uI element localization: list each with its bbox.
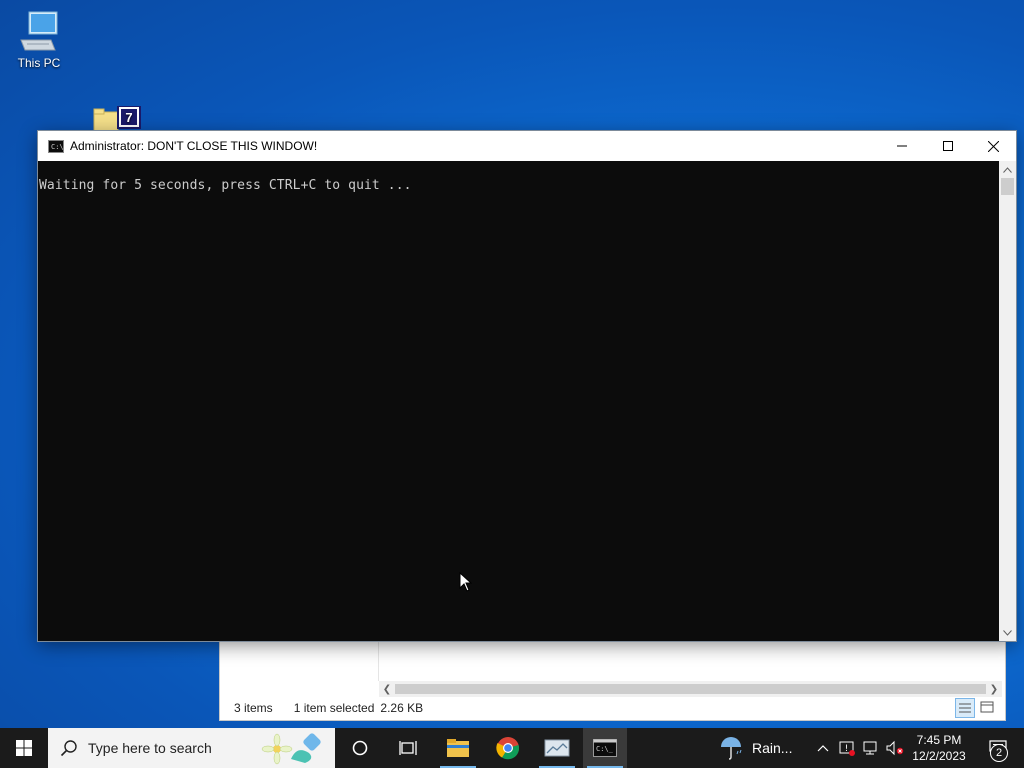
maximize-button[interactable] bbox=[925, 131, 971, 161]
maximize-icon bbox=[943, 141, 953, 151]
taskbar-command-prompt[interactable]: C:\_ bbox=[583, 728, 627, 768]
console-output[interactable]: Waiting for 5 seconds, press CTRL+C to q… bbox=[38, 161, 999, 641]
console-title: Administrator: DON'T CLOSE THIS WINDOW! bbox=[70, 139, 318, 153]
file-explorer-icon bbox=[447, 739, 469, 757]
cmd-app-icon: C:\ bbox=[48, 139, 64, 153]
weather-text: Rain... bbox=[752, 740, 793, 756]
large-icons-view-button[interactable] bbox=[978, 698, 998, 718]
command-prompt-icon: C:\_ bbox=[593, 739, 617, 757]
desktop-icon-this-pc[interactable]: This PC bbox=[7, 10, 71, 70]
status-item-count: 3 items bbox=[234, 701, 273, 715]
minimize-button[interactable] bbox=[879, 131, 925, 161]
tray-security[interactable]: ! bbox=[836, 728, 858, 768]
search-placeholder: Type here to search bbox=[88, 740, 212, 756]
rain-umbrella-icon bbox=[721, 737, 742, 760]
volume-muted-icon bbox=[886, 740, 904, 756]
svg-text:C:\: C:\ bbox=[51, 143, 63, 151]
mouse-pointer-icon bbox=[459, 572, 473, 592]
status-selected: 1 item selected bbox=[293, 701, 375, 715]
desktop-icon-label: This PC bbox=[17, 56, 61, 70]
security-warning-icon: ! bbox=[839, 741, 855, 756]
notification-badge: 2 bbox=[990, 744, 1008, 762]
taskbar: Type here to search C:\_ Rain... ! 7:45 … bbox=[0, 728, 1024, 768]
taskbar-app[interactable] bbox=[535, 728, 579, 768]
svg-text:C:\_: C:\_ bbox=[596, 745, 614, 753]
scroll-down-icon[interactable] bbox=[999, 624, 1016, 641]
cortana-button[interactable] bbox=[340, 728, 380, 768]
this-pc-icon bbox=[20, 11, 58, 51]
tray-clock[interactable]: 7:45 PM 12/2/2023 bbox=[908, 728, 970, 768]
scroll-right-icon[interactable]: ❯ bbox=[986, 681, 1002, 697]
scrollbar-thumb[interactable] bbox=[1001, 178, 1014, 195]
chevron-up-icon bbox=[817, 745, 829, 752]
network-icon bbox=[863, 741, 877, 755]
details-view-button[interactable] bbox=[955, 698, 975, 718]
svg-text:!: ! bbox=[845, 744, 849, 754]
clock-date: 12/2/2023 bbox=[912, 749, 966, 763]
show-hidden-icons-button[interactable] bbox=[812, 728, 834, 768]
svg-text:7: 7 bbox=[125, 110, 132, 125]
status-bar: 3 items 1 item selected 2.26 KB bbox=[220, 696, 1005, 720]
minimize-icon bbox=[897, 145, 907, 147]
large-icons-view-icon bbox=[980, 701, 994, 713]
tray-network[interactable] bbox=[860, 728, 882, 768]
weather-widget[interactable]: Rain... bbox=[718, 728, 798, 768]
vertical-scrollbar[interactable] bbox=[999, 161, 1016, 641]
image-viewer-icon bbox=[544, 739, 570, 757]
clock-time: 7:45 PM bbox=[916, 733, 962, 747]
search-icon bbox=[60, 740, 77, 757]
column-divider bbox=[378, 641, 379, 681]
horizontal-scrollbar[interactable]: ❮ ❯ bbox=[379, 681, 1002, 697]
search-highlight-icon bbox=[261, 733, 321, 765]
details-view-icon bbox=[959, 703, 971, 713]
desktop-icon-7zip[interactable]: 7 bbox=[90, 106, 154, 132]
action-center-button[interactable]: 2 bbox=[978, 728, 1018, 768]
windows-logo-icon bbox=[16, 740, 32, 756]
tray-volume[interactable] bbox=[884, 728, 906, 768]
console-title-bar[interactable]: C:\ Administrator: DON'T CLOSE THIS WIND… bbox=[38, 131, 1016, 161]
task-view-button[interactable] bbox=[388, 728, 428, 768]
file-explorer-window[interactable]: ❮ ❯ 3 items 1 item selected 2.26 KB bbox=[219, 641, 1006, 721]
task-view-icon bbox=[399, 741, 417, 755]
taskbar-search-box[interactable]: Type here to search bbox=[48, 728, 335, 768]
scrollbar-thumb[interactable] bbox=[395, 684, 986, 694]
scroll-up-icon[interactable] bbox=[999, 161, 1016, 178]
scroll-left-icon[interactable]: ❮ bbox=[379, 681, 395, 697]
taskbar-chrome[interactable] bbox=[486, 728, 530, 768]
status-size: 2.26 KB bbox=[380, 701, 424, 715]
start-button[interactable] bbox=[0, 728, 48, 768]
taskbar-file-explorer[interactable] bbox=[436, 728, 480, 768]
command-prompt-window[interactable]: C:\ Administrator: DON'T CLOSE THIS WIND… bbox=[38, 131, 1016, 641]
close-button[interactable] bbox=[970, 131, 1016, 161]
cortana-icon bbox=[352, 740, 368, 756]
chrome-icon bbox=[496, 737, 520, 760]
close-icon bbox=[987, 140, 999, 152]
7zip-folder-icon: 7 bbox=[93, 106, 141, 132]
